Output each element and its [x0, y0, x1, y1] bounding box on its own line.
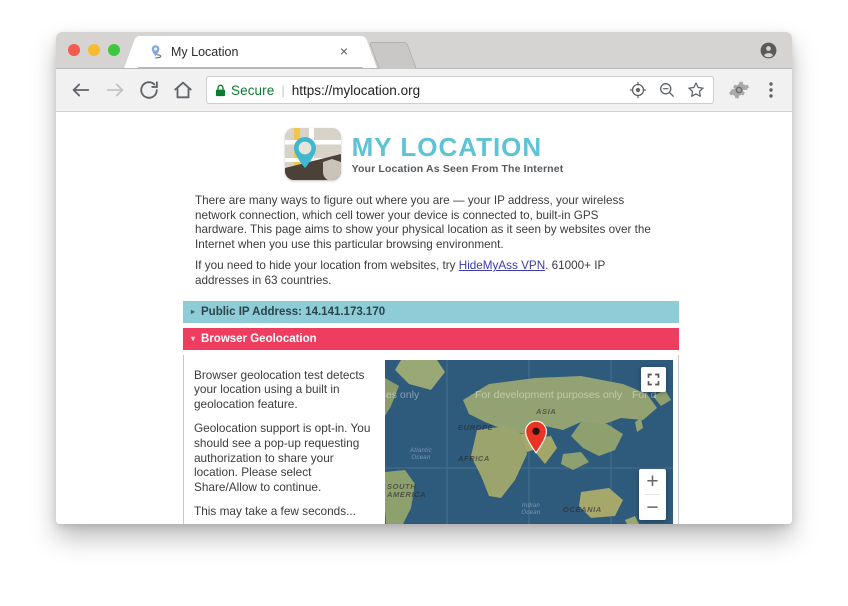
map-label-oceania: OCEANIA [563, 505, 602, 514]
security-status-label: Secure [231, 83, 274, 98]
location-marker-icon[interactable] [523, 420, 549, 454]
map-zoom-in-button[interactable]: + [639, 469, 666, 494]
map-label-atlantic-ocean: Atlantic Ocean [403, 448, 439, 462]
extension-gear-icon[interactable] [728, 79, 750, 101]
reload-button-icon[interactable] [138, 79, 160, 101]
browser-tab[interactable]: My Location × [137, 36, 364, 68]
map-label-south-america: SOUTH AMERICA [387, 483, 433, 499]
browser-toolbar: Secure | https://mylocation.org [56, 69, 792, 112]
browser-geolocation-bar[interactable]: ▾ Browser Geolocation [183, 328, 679, 350]
bookmark-star-icon[interactable] [687, 81, 705, 99]
omnibox-action-icons [621, 81, 705, 99]
public-ip-bar[interactable]: ▸ Public IP Address: 14.141.173.170 [183, 301, 679, 323]
maximize-window-button[interactable] [108, 44, 120, 56]
page-viewport: MY LOCATION Your Location As Seen From T… [56, 112, 792, 524]
public-ip-label: Public IP Address: 14.141.173.170 [201, 306, 385, 318]
account-avatar-icon[interactable] [759, 41, 778, 60]
forward-button-icon [104, 79, 126, 101]
screen-root: My Location × [0, 0, 848, 606]
map-label-europe: EUROPE [458, 423, 493, 432]
back-button-icon[interactable] [70, 79, 92, 101]
site-title: MY LOCATION [352, 133, 564, 161]
site-tagline: Your Location As Seen From The Internet [352, 163, 564, 175]
window-controls [68, 44, 120, 56]
chrome-menu-kebab-icon[interactable] [762, 79, 780, 101]
geolocation-card: Browser geolocation test detects your lo… [183, 355, 679, 524]
browser-geolocation-label: Browser Geolocation [201, 333, 317, 345]
site-logo-text: MY LOCATION Your Location As Seen From T… [352, 133, 564, 175]
tab-title: My Location [171, 44, 238, 60]
geolocation-details: Browser geolocation test detects your lo… [184, 355, 385, 524]
map-label-indian-ocean: Indian Ocean [513, 503, 549, 517]
home-button-icon[interactable] [172, 79, 194, 101]
omnibox-separator: | [281, 83, 284, 98]
chevron-right-icon: ▸ [191, 308, 195, 316]
intro-paragraph-1: There are many ways to figure out where … [195, 194, 652, 252]
map-zoom-out-button[interactable]: − [639, 495, 666, 520]
chevron-down-icon: ▾ [191, 335, 195, 343]
map-fullscreen-button[interactable] [641, 367, 666, 392]
geo-paragraph-1: Browser geolocation test detects your lo… [194, 368, 371, 412]
lock-icon [215, 84, 226, 97]
intro-p2-before: If you need to hide your location from w… [195, 259, 459, 272]
map-zoom-controls: + − [639, 469, 666, 520]
close-tab-button[interactable]: × [336, 43, 352, 59]
location-map[interactable]: poses only For development purposes only… [385, 360, 673, 524]
map-watermark-center: For development purposes only [475, 389, 622, 401]
zoom-out-icon[interactable] [658, 81, 676, 99]
site-header: MY LOCATION Your Location As Seen From T… [56, 112, 792, 180]
toolbar-right-icons [722, 79, 792, 101]
map-label-africa: AFRICA [458, 454, 490, 463]
map-label-asia: ASIA [536, 407, 556, 416]
address-bar[interactable]: Secure | https://mylocation.org [206, 76, 714, 104]
geo-paragraph-3: This may take a few seconds... [194, 504, 371, 519]
tab-strip: My Location × [56, 32, 792, 69]
site-logo-icon [285, 128, 341, 180]
minimize-window-button[interactable] [88, 44, 100, 56]
location-target-icon[interactable] [629, 81, 647, 99]
close-window-button[interactable] [68, 44, 80, 56]
geo-paragraph-2: Geolocation support is opt-in. You shoul… [194, 421, 371, 494]
map-watermark-left: poses only [385, 389, 419, 401]
intro-paragraph-2: If you need to hide your location from w… [195, 259, 652, 288]
panels-container: ▸ Public IP Address: 14.141.173.170 ▾ Br… [56, 301, 792, 524]
url-text: https://mylocation.org [292, 83, 420, 98]
intro-text: There are many ways to figure out where … [56, 194, 792, 289]
location-pin-favicon-icon [148, 44, 164, 60]
hidemyass-vpn-link[interactable]: HideMyAss VPN [459, 259, 545, 272]
browser-window: My Location × [56, 32, 792, 524]
